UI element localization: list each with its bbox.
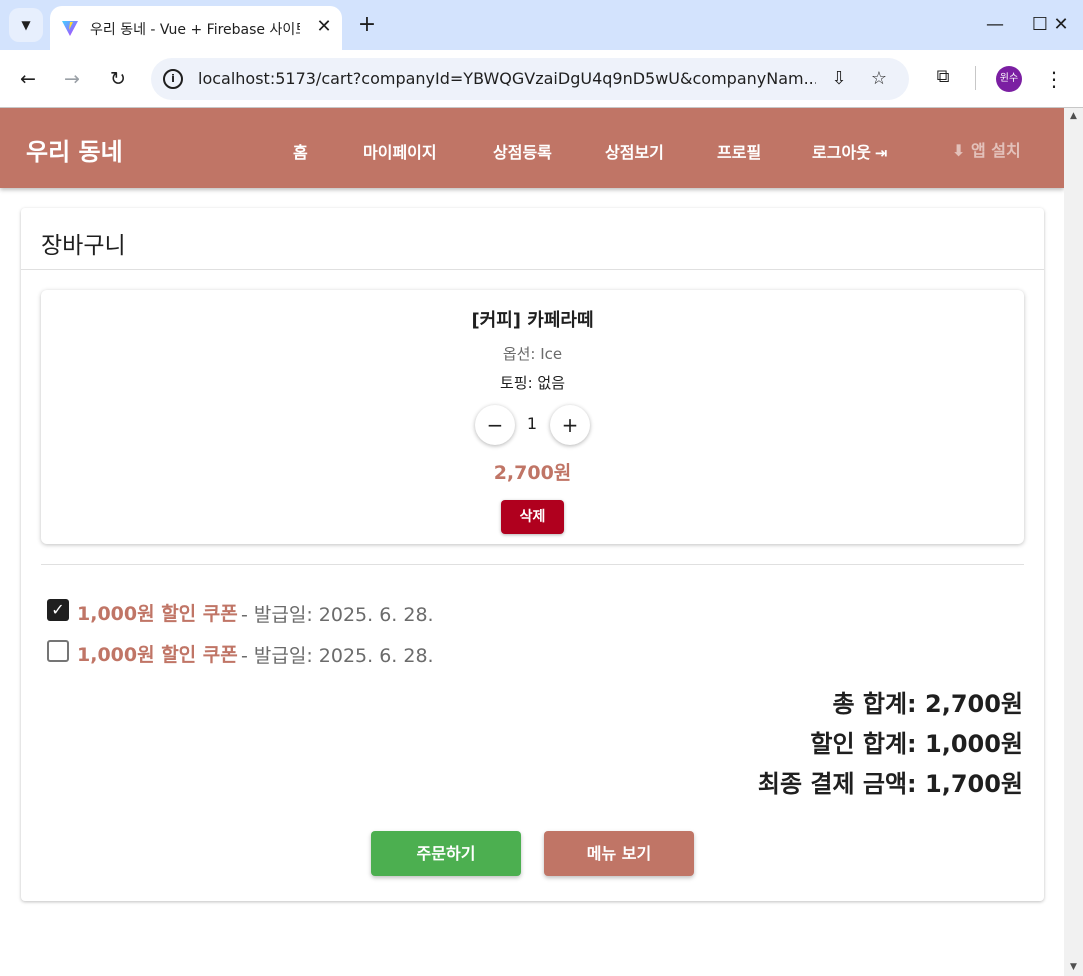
nav-logout-label: 로그아웃 (812, 143, 871, 162)
coupon-name: 1,000원 할인 쿠폰 (77, 603, 238, 625)
reload-button[interactable]: ↻ (102, 63, 134, 95)
item-name: [커피] 카페라떼 (471, 310, 594, 331)
title-divider (21, 269, 1044, 270)
logout-icon: ⇥ (874, 144, 888, 162)
nav-profile[interactable]: 프로필 (717, 139, 761, 163)
profile-avatar[interactable]: 윈수 (996, 66, 1022, 92)
cart-item: [커피] 카페라떼 옵션: Ice 토핑: 없음 − 1 + 2,700원 삭제 (41, 290, 1024, 544)
browser-toolbar: ← → ↻ i localhost:5173/cart?companyId=YB… (0, 50, 1083, 108)
page-title: 장바구니 (41, 233, 126, 259)
star-icon[interactable]: ☆ (867, 67, 891, 91)
view-menu-button[interactable]: 메뉴 보기 (544, 831, 694, 876)
coupon-issued-date: - 발급일: 2025. 6. 28. (241, 604, 434, 626)
item-price: 2,700원 (493, 462, 572, 484)
nav-logout[interactable]: 로그아웃 ⇥ (812, 139, 887, 163)
minus-icon: − (486, 413, 504, 437)
total-amount: 총 합계: 2,700원 (832, 690, 1023, 718)
discount-amount: 할인 합계: 1,000원 (810, 730, 1023, 758)
toolbar-divider (975, 66, 976, 90)
close-window-button[interactable]: ✕ (1039, 8, 1083, 42)
install-app-icon[interactable]: ⇩ (827, 67, 851, 91)
final-payment-amount: 최종 결제 금액: 1,700원 (757, 770, 1023, 798)
cart-card: 장바구니 [커피] 카페라떼 옵션: Ice 토핑: 없음 − 1 + 2,70… (21, 208, 1044, 901)
tab-search-button[interactable]: ▼ (9, 8, 43, 42)
tab-title: 우리 동네 - Vue + Firebase 사이트 (90, 22, 300, 38)
section-divider (41, 564, 1024, 565)
vite-favicon-icon (62, 21, 78, 36)
order-button[interactable]: 주문하기 (371, 831, 521, 876)
download-icon: ⬇ (952, 141, 966, 160)
nav-register-store[interactable]: 상점등록 (493, 139, 552, 163)
browser-tabstrip: ▼ 우리 동네 - Vue + Firebase 사이트 ✕ + — ☐ ✕ (0, 0, 1083, 50)
arrow-right-icon: → (64, 68, 80, 90)
coupon-name: 1,000원 할인 쿠폰 (77, 644, 238, 666)
page-scrollbar[interactable]: ▲ ▼ (1064, 108, 1083, 976)
scroll-down-icon[interactable]: ▼ (1064, 959, 1083, 976)
coupon-checkbox-checked[interactable]: ✓ (47, 599, 69, 621)
address-bar[interactable]: i localhost:5173/cart?companyId=YBWQGVza… (151, 58, 909, 100)
item-topping: 토핑: 없음 (499, 374, 566, 392)
nav-mypage[interactable]: 마이페이지 (363, 139, 437, 163)
quantity-increase-button[interactable]: + (550, 405, 590, 445)
install-app-button[interactable]: ⬇ 앱 설치 (952, 137, 1021, 161)
url-text[interactable]: localhost:5173/cart?companyId=YBWQGVzaiD… (198, 69, 816, 88)
coupon-issued-date: - 발급일: 2025. 6. 28. (241, 645, 434, 667)
delete-item-button[interactable]: 삭제 (501, 500, 564, 534)
coupon-checkbox-unchecked[interactable] (47, 640, 69, 662)
reload-icon: ↻ (110, 68, 126, 90)
quantity-value: 1 (526, 414, 538, 433)
chevron-down-icon: ▼ (21, 18, 31, 32)
page-viewport: 우리 동네 홈 마이페이지 상점등록 상점보기 프로필 로그아웃 ⇥ ⬇ 앱 설치… (0, 108, 1064, 976)
brand-title[interactable]: 우리 동네 (26, 132, 123, 167)
info-icon[interactable]: i (163, 69, 183, 89)
plus-icon: + (561, 413, 579, 437)
back-button[interactable]: ← (12, 63, 44, 95)
item-option: 옵션: Ice (502, 345, 563, 363)
arrow-left-icon: ← (20, 68, 36, 90)
app-header: 우리 동네 홈 마이페이지 상점등록 상점보기 프로필 로그아웃 ⇥ ⬇ 앱 설치 (0, 108, 1064, 188)
more-vertical-icon[interactable]: ⋮ (1042, 63, 1066, 95)
checkmark-icon: ✓ (51, 600, 65, 619)
minimize-icon: — (986, 14, 1004, 35)
scroll-up-icon[interactable]: ▲ (1064, 108, 1083, 125)
close-icon: ✕ (1053, 14, 1069, 35)
quantity-decrease-button[interactable]: − (475, 405, 515, 445)
puzzle-icon[interactable]: ⧉ (929, 63, 957, 91)
nav-home[interactable]: 홈 (293, 139, 308, 163)
nav-view-stores[interactable]: 상점보기 (605, 139, 664, 163)
new-tab-button[interactable]: + (352, 10, 382, 40)
minimize-button[interactable]: — (973, 8, 1017, 42)
tab-close-icon[interactable]: ✕ (312, 15, 336, 39)
forward-button[interactable]: → (56, 63, 88, 95)
browser-tab-active[interactable]: 우리 동네 - Vue + Firebase 사이트 ✕ (50, 6, 342, 50)
install-app-label: 앱 설치 (970, 141, 1021, 160)
